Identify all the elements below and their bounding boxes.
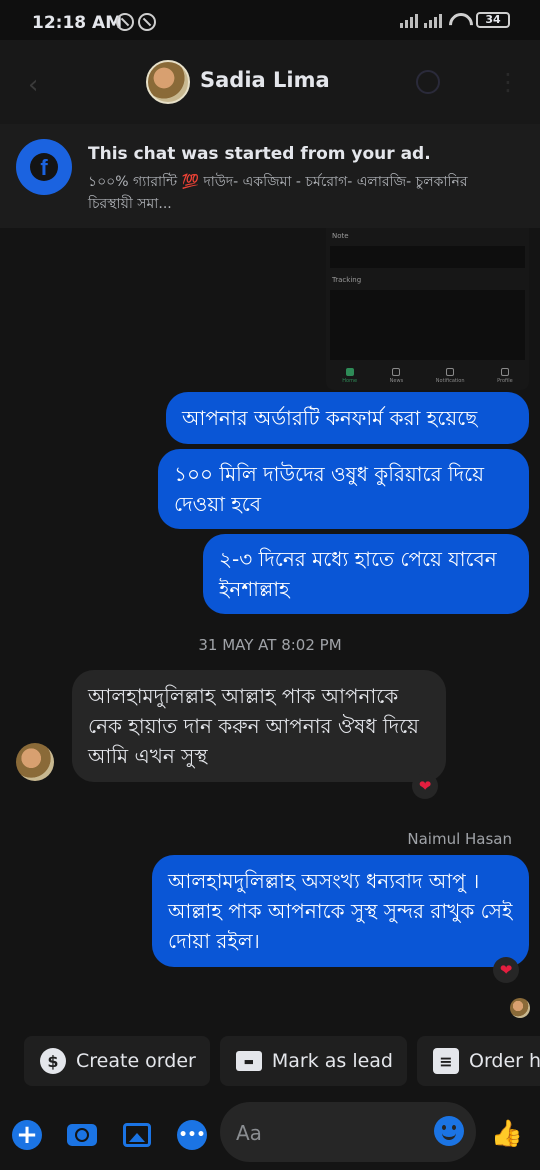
attachment-nav-label: News [389, 378, 404, 384]
status-time: 12:18 AM [32, 13, 123, 33]
signal-icon [400, 12, 418, 28]
mark-as-lead-button[interactable]: ▬ Mark as lead [219, 1036, 407, 1086]
attachment-nav-label: Profile [497, 378, 513, 384]
sender-avatar[interactable] [16, 743, 54, 781]
message-bubble-outgoing[interactable]: ১০০ মিলি দাউদের ওষুধ কুরিয়ারে দিয়ে দেও… [158, 449, 529, 529]
create-order-label: Create order [76, 1050, 196, 1072]
attachment-field [330, 290, 525, 360]
attachment-label: Tracking [332, 276, 362, 284]
wifi-icon [448, 12, 470, 28]
message-bubble-outgoing[interactable]: আপনার অর্ডারটি কনফার্ম করা হয়েছে [166, 392, 529, 444]
attachment-nav-item: Profile [497, 368, 513, 384]
status-bar: 12:18 AM 34 [0, 0, 540, 40]
message-bubble-outgoing[interactable]: ২-৩ দিনের মধ্যে হাতে পেয়ে যাবেন ইনশাল্ল… [203, 534, 529, 614]
thumbs-up-icon[interactable]: 👍 [491, 1118, 523, 1150]
data-saver-icon [138, 13, 156, 31]
home-icon [345, 368, 354, 376]
create-order-button[interactable]: $ Create order [24, 1036, 210, 1086]
status-notification-icons [116, 13, 156, 31]
attachment-nav-item: Home [342, 368, 357, 384]
order-list-icon: ≡ [433, 1048, 459, 1074]
profile-icon [500, 368, 509, 376]
plus-icon[interactable]: + [12, 1120, 42, 1150]
contact-name[interactable]: Sadia Lima [200, 68, 330, 92]
battery-icon: 34 [476, 12, 510, 28]
attachment-field [330, 246, 525, 268]
data-saver-icon [116, 13, 134, 31]
attachment-label: Note [332, 232, 349, 240]
facebook-icon: f [16, 139, 72, 195]
attachment-nav-item: Notification [436, 368, 465, 384]
quick-actions-bar: $ Create order ▬ Mark as lead ≡ Order h [24, 1036, 540, 1086]
emoji-icon[interactable] [434, 1116, 464, 1146]
gallery-icon[interactable] [122, 1120, 152, 1150]
image-attachment[interactable]: Note Tracking Home News Notification Pro… [326, 228, 529, 390]
ad-banner-title: This chat was started from your ad. [88, 144, 431, 164]
attachment-nav-label: Home [342, 378, 358, 384]
order-history-label: Order h [469, 1050, 540, 1072]
signal-icon [424, 12, 442, 28]
bell-icon [446, 368, 455, 376]
ad-origin-banner[interactable]: f This chat was started from your ad. ১০… [0, 124, 540, 228]
message-bubble-incoming[interactable]: আলহামদুলিল্লাহ আল্লাহ পাক আপনাকে নেক হায… [72, 670, 446, 782]
heart-reaction-icon[interactable]: ❤ [412, 773, 438, 799]
ad-banner-description: ১০০% গ্যারান্টি 💯 দাউদ- একজিমা - চর্মরোগ… [88, 174, 468, 212]
back-arrow-icon[interactable]: ‹ [28, 70, 38, 100]
heart-reaction-icon[interactable]: ❤ [493, 957, 519, 983]
contact-card-icon: ▬ [235, 1051, 262, 1071]
message-input-placeholder: Aa [236, 1121, 262, 1145]
read-receipt-avatar [510, 998, 530, 1018]
contact-avatar[interactable] [146, 60, 190, 104]
attachment-nav-label: Notification [435, 378, 465, 384]
call-icon[interactable] [416, 70, 440, 94]
news-icon [392, 368, 401, 376]
messenger-icon[interactable]: ••• [177, 1120, 207, 1150]
mark-as-lead-label: Mark as lead [271, 1050, 393, 1072]
message-timestamp: 31 MAY AT 8:02 PM [198, 636, 342, 654]
camera-icon[interactable] [67, 1120, 97, 1150]
sender-name: Naimul Hasan [407, 830, 512, 848]
order-history-button[interactable]: ≡ Order h [417, 1036, 540, 1086]
message-composer: + ••• Aa 👍 [0, 1100, 540, 1170]
more-options-icon[interactable]: ⋮ [496, 68, 520, 96]
attachment-nav: Home News Notification Profile [326, 362, 529, 390]
dollar-icon: $ [40, 1048, 66, 1074]
status-indicators: 34 [400, 12, 510, 28]
message-bubble-outgoing[interactable]: আলহামদুলিল্লাহ অসংখ্য ধন্যবাদ আপু । আল্ল… [152, 855, 529, 967]
attachment-nav-item: News [389, 368, 404, 384]
chat-header: ‹ Sadia Lima ⋮ [0, 40, 540, 124]
